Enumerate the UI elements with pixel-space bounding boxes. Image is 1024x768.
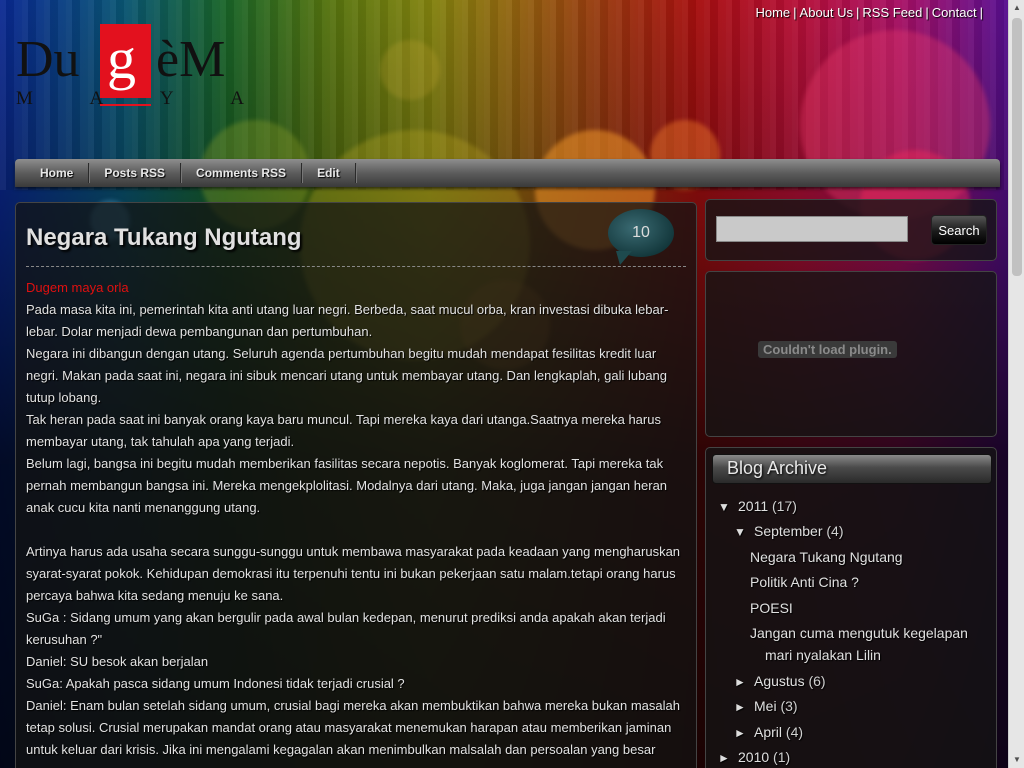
archive-post-link[interactable]: Negara Tukang Ngutang [750,549,903,565]
expand-toggle-icon[interactable]: ► [734,675,754,689]
post-paragraph: SuGa : Sidang umum yang akan bergulir pa… [26,610,666,647]
plugin-widget: Couldn't load plugin. [705,271,997,437]
main-nav: Home Posts RSS Comments RSS Edit [15,159,1000,187]
logo-subtitle: M A Y A [16,88,244,110]
logo-sub-letter: Y [159,88,174,109]
expand-toggle-icon[interactable]: ► [718,751,738,765]
post-paragraph: Belum lagi, bangsa ini begitu mudah memb… [26,456,668,515]
logo-sub-letter: A [230,88,244,109]
expand-toggle-icon[interactable]: ► [734,726,754,740]
search-widget: Search [705,199,997,261]
plugin-error-message: Couldn't load plugin. [758,341,897,358]
comment-count: 10 [632,224,650,241]
comment-count-bubble[interactable]: 10 [608,209,674,265]
archive-title: Blog Archive [712,454,992,484]
archive-count: (17) [772,498,797,514]
archive-month-label[interactable]: Mei [754,698,777,714]
logo-text-right: èM [156,31,226,88]
archive-month-september[interactable]: ▼ September (4) [734,523,844,539]
blog-archive-widget: Blog Archive ▼ 2011 (17) ▼ September (4) N… [705,447,997,768]
archive-count: (4) [785,724,804,740]
archive-year-label[interactable]: 2011 [738,498,768,514]
archive-count: (3) [780,698,798,714]
archive-month-label[interactable]: September [754,523,822,539]
nav-edit[interactable]: Edit [302,163,356,183]
scroll-up-arrow-icon[interactable]: ▲ [1009,0,1024,16]
expand-toggle-icon[interactable]: ► [734,700,754,714]
archive-month-agustus[interactable]: ► Agustus (6) [734,673,826,689]
logo-sub-letter: M [16,88,33,109]
post-paragraph: Artinya harus ada usaha secara sunggu-su… [26,544,681,603]
post-paragraph: Pada masa kita ini, pemerintah kita anti… [26,302,669,339]
top-link-about[interactable]: About Us [800,5,853,20]
post-paragraph: Daniel: SU besok akan berjalan [26,654,209,669]
logo-g-box: g [100,24,151,98]
top-links: Home | About Us | RSS Feed | Contact | [755,5,983,20]
nav-posts-rss[interactable]: Posts RSS [89,163,182,183]
post-paragraph: Tak heran pada saat ini banyak orang kay… [26,412,661,449]
archive-count: (6) [808,673,826,689]
post: Negara Tukang Ngutang 10 Dugem maya orla… [15,202,697,768]
search-button[interactable]: Search [931,215,987,245]
archive-month-label[interactable]: Agustus [754,673,805,689]
top-link-rss[interactable]: RSS Feed [862,5,922,20]
archive-year-2011[interactable]: ▼ 2011 (17) [718,498,797,514]
archive-post-link[interactable]: Politik Anti Cina ? [750,574,859,590]
archive-year-2010[interactable]: ► 2010 (1) [718,749,790,765]
scroll-thumb[interactable] [1012,18,1022,276]
archive-count: (4) [826,523,844,539]
expand-toggle-icon[interactable]: ▼ [734,525,754,539]
logo-g: g [107,26,136,91]
archive-post-link[interactable]: POESI [750,600,793,616]
logo-sub-letter: A [89,88,104,109]
vertical-scrollbar[interactable]: ▲ ▼ [1008,0,1024,768]
post-paragraph: Daniel: Enam bulan setelah sidang umum, … [26,698,680,757]
archive-month-april[interactable]: ► April (4) [734,724,803,740]
top-link-home[interactable]: Home [755,5,790,20]
scroll-down-arrow-icon[interactable]: ▼ [1009,752,1024,768]
expand-toggle-icon[interactable]: ▼ [718,500,738,514]
post-body: Dugem maya orla Pada masa kita ini, peme… [26,277,686,761]
archive-count: (1) [773,749,791,765]
nav-home[interactable]: Home [25,163,90,183]
top-link-contact[interactable]: Contact [932,5,977,20]
post-title[interactable]: Negara Tukang Ngutang [26,224,686,252]
archive-month-label[interactable]: April [754,724,782,740]
logo-text-left: Du [16,31,80,88]
site-logo[interactable]: Du g èM M A Y A [16,22,246,109]
archive-month-mei[interactable]: ► Mei (3) [734,698,798,714]
archive-post-link-continued[interactable]: mari nyalakan Lilin [765,647,881,663]
post-paragraph: SuGa: Apakah pasca sidang umum Indonesi … [26,676,405,691]
archive-post-link[interactable]: Jangan cuma mengutuk kegelapan [750,625,968,641]
nav-comments-rss[interactable]: Comments RSS [181,163,303,183]
post-divider [26,266,686,267]
post-label[interactable]: Dugem maya orla [26,277,686,299]
post-paragraph: Negara ini dibangun dengan utang. Seluru… [26,346,668,405]
search-input[interactable] [716,216,908,242]
archive-year-label[interactable]: 2010 [738,749,769,765]
